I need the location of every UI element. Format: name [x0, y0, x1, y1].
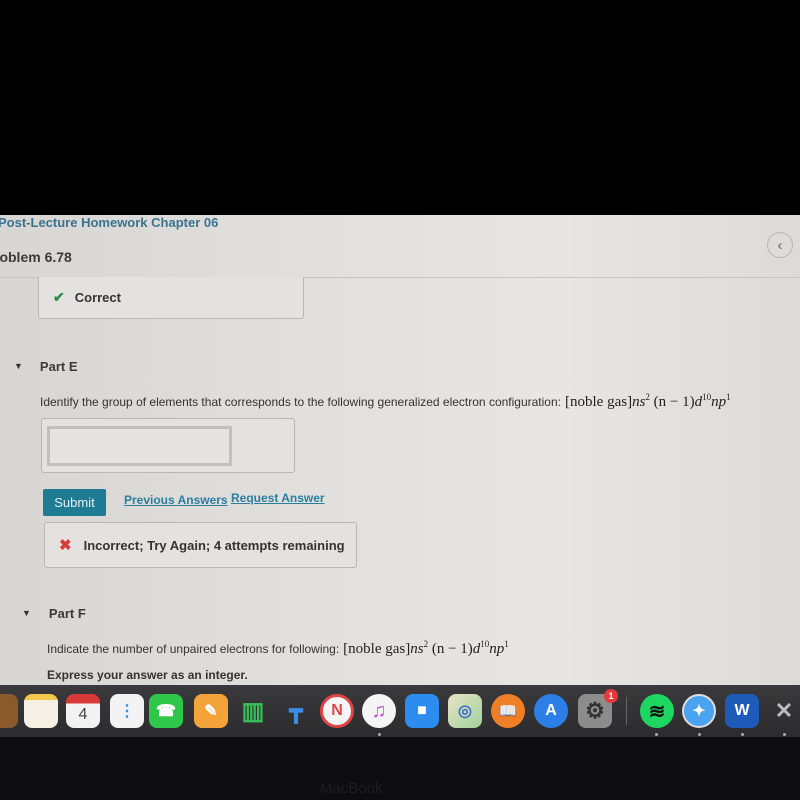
incorrect-feedback-text: Incorrect; Try Again; 4 attempts remaini…: [83, 537, 345, 553]
part-e-question-text: Identify the group of elements that corr…: [40, 395, 561, 409]
running-indicator: [783, 733, 786, 736]
request-answer-link[interactable]: Request Answer: [231, 491, 325, 505]
dock-music-icon[interactable]: ♫: [362, 694, 396, 728]
dock-calendar-icon[interactable]: 4: [66, 694, 100, 728]
dock-separator: [626, 697, 627, 725]
dock-reminders-icon[interactable]: ⋮: [110, 694, 144, 728]
running-indicator: [378, 733, 381, 736]
dock-spotify-icon[interactable]: ≋: [640, 694, 674, 728]
part-f-formula: [noble gas]ns2 (n − 1)d10np1: [343, 639, 509, 657]
breadcrumb-assignment[interactable]: Post-Lecture Homework Chapter 06: [0, 215, 218, 230]
running-indicator: [698, 733, 701, 736]
dock-contacts-icon[interactable]: [0, 694, 18, 728]
dock-notes-icon[interactable]: [24, 694, 58, 728]
caret-down-icon: ▼: [22, 608, 31, 618]
answer-container: [41, 418, 295, 473]
dock-pages-icon[interactable]: ✎: [194, 694, 228, 728]
chevron-left-icon: ‹: [777, 236, 783, 254]
incorrect-feedback: ✖ Incorrect; Try Again; 4 attempts remai…: [44, 522, 357, 568]
running-indicator: [655, 733, 658, 736]
part-e-label: Part E: [39, 358, 78, 374]
macos-dock: 4 ⋮ ☎ ✎ ▥ ┳ N ♫ ■ ◎ 📖 A ⚙ 1 ≋ ✦ W ✕: [0, 685, 800, 737]
part-f-question: Indicate the number of unpaired electron…: [47, 639, 509, 658]
dock-maps-icon[interactable]: ◎: [448, 694, 482, 728]
part-f-instruction: Express your answer as an integer.: [47, 668, 248, 682]
problem-title: roblem 6.78: [0, 249, 72, 265]
screen-bezel-top: [0, 0, 800, 215]
dock-numbers-icon[interactable]: ▥: [236, 694, 270, 728]
part-e-formula: [noble gas]ns2 (n − 1)d10np1: [565, 392, 731, 410]
dock-safari-icon[interactable]: ✦: [682, 694, 716, 728]
browser-viewport: Post-Lecture Homework Chapter 06 roblem …: [0, 215, 800, 685]
dock-utilities-icon[interactable]: ✕: [767, 694, 800, 728]
dock-system-preferences-icon[interactable]: ⚙ 1: [578, 689, 618, 728]
dock-word-icon[interactable]: W: [725, 694, 759, 728]
back-button[interactable]: ‹: [767, 232, 793, 258]
dock-books-icon[interactable]: 📖: [491, 694, 525, 728]
x-mark-icon: ✖: [59, 537, 72, 554]
dock-facetime-icon[interactable]: ☎: [149, 694, 183, 728]
part-e-answer-input[interactable]: [47, 426, 232, 466]
checkmark-icon: ✔: [53, 289, 65, 305]
part-f-question-text: Indicate the number of unpaired electron…: [47, 642, 340, 656]
part-e-toggle[interactable]: ▼ Part E: [0, 349, 800, 383]
screen-bezel-bottom: MacBook: [0, 737, 800, 800]
caret-down-icon: ▼: [14, 361, 23, 371]
previous-answers-link[interactable]: Previous Answers: [124, 493, 228, 507]
dock-zoom-icon[interactable]: ■: [405, 694, 439, 728]
running-indicator: [741, 733, 744, 736]
dock-app-store-icon[interactable]: A: [534, 694, 568, 728]
submit-button[interactable]: Submit: [43, 489, 106, 516]
assignment-header: Post-Lecture Homework Chapter 06 roblem …: [0, 215, 800, 277]
correct-feedback: ✔ Correct: [38, 277, 304, 319]
device-label: MacBook: [320, 780, 383, 797]
part-f-label: Part F: [48, 605, 86, 621]
dock-news-icon[interactable]: N: [320, 694, 354, 728]
correct-feedback-text: Correct: [74, 290, 121, 305]
part-f-toggle[interactable]: ▼ Part F: [0, 596, 800, 630]
part-e-question: Identify the group of elements that corr…: [40, 392, 731, 411]
notification-badge: 1: [604, 689, 618, 703]
dock-keynote-icon[interactable]: ┳: [279, 694, 313, 728]
